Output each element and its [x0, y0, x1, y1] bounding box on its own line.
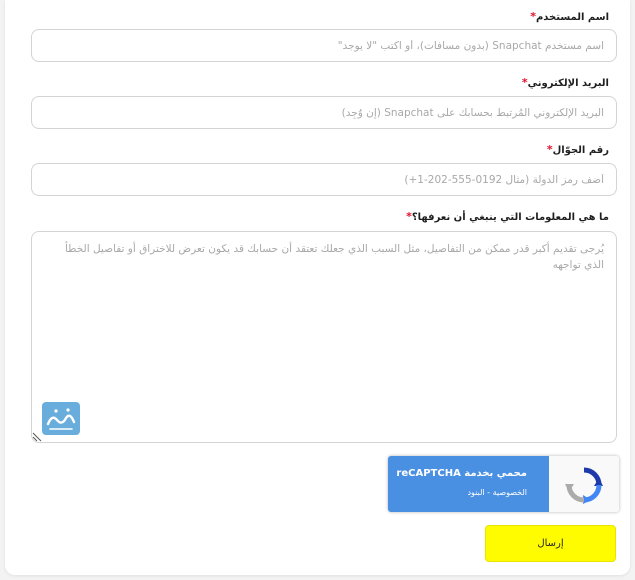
- username-label-text: اسم المستخدم: [535, 12, 609, 23]
- submit-button[interactable]: إرسال: [485, 525, 616, 562]
- recaptcha-terms-link[interactable]: البنود: [467, 488, 484, 497]
- recaptcha-links: الخصوصية - البنود: [467, 488, 527, 497]
- recaptcha-title: محمي بخدمة reCAPTCHA: [396, 468, 527, 479]
- recaptcha-logo-icon: [565, 467, 603, 504]
- recaptcha-widget[interactable]: محمي بخدمة reCAPTCHA الخصوصية - البنود: [388, 456, 619, 512]
- phone-label-text: رقم الجوّال: [552, 145, 609, 156]
- username-label: اسم المستخدم*: [530, 10, 609, 23]
- resize-grip-icon[interactable]: [32, 432, 42, 442]
- details-label-text: ما هي المعلومات التي ينبغي أن نعرفها؟: [411, 212, 609, 223]
- details-label: ما هي المعلومات التي ينبغي أن نعرفها؟*: [406, 210, 609, 223]
- recaptcha-separator: -: [484, 488, 493, 497]
- phone-label: رقم الجوّال*: [547, 143, 609, 156]
- recaptcha-info-panel: محمي بخدمة reCAPTCHA الخصوصية - البنود: [388, 456, 549, 512]
- recaptcha-prefix: محمي بخدمة: [460, 468, 527, 479]
- details-textarea[interactable]: [31, 231, 617, 443]
- username-input[interactable]: [31, 29, 617, 62]
- email-input[interactable]: [31, 96, 617, 129]
- form-card: اسم المستخدم* البريد الإلكتروني* رقم الج…: [5, 0, 630, 575]
- email-label-text: البريد الإلكتروني: [527, 78, 609, 89]
- recaptcha-brand: reCAPTCHA: [396, 468, 461, 479]
- recaptcha-logo-box: [549, 456, 619, 512]
- phone-input[interactable]: [31, 163, 617, 196]
- email-label: البريد الإلكتروني*: [522, 76, 609, 89]
- recaptcha-privacy-link[interactable]: الخصوصية: [493, 488, 527, 497]
- site-watermark-logo: [42, 402, 80, 435]
